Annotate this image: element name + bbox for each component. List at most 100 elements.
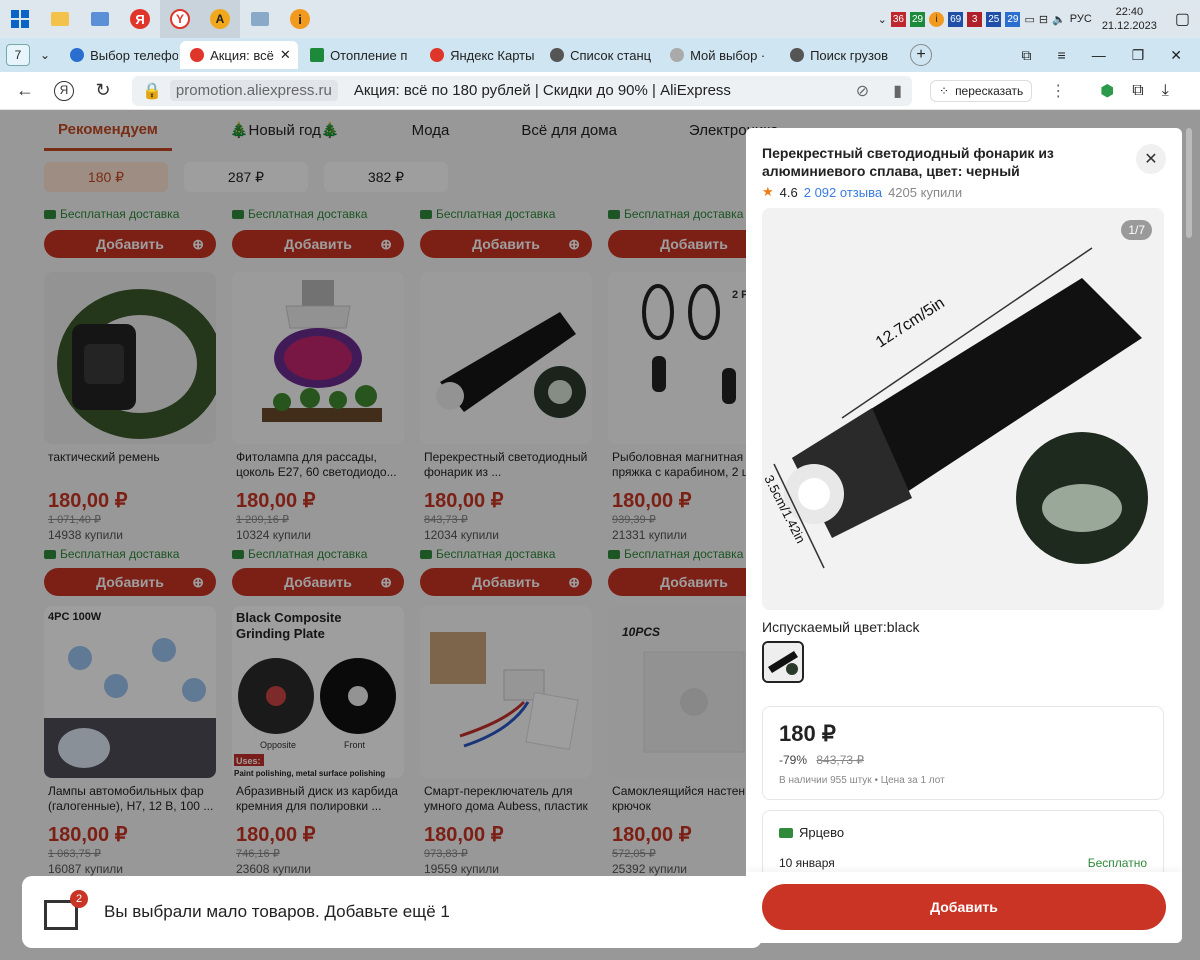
tab-item[interactable]: Отопление п <box>300 41 418 69</box>
window-controls: ⧉ ≡ — ❐ ✕ <box>1022 47 1200 64</box>
color-swatch[interactable] <box>762 641 804 683</box>
shield-icon <box>70 48 85 62</box>
monitor-app-icon[interactable] <box>80 0 120 38</box>
cart-notice: 2 Вы выбрали мало товаров. Добавьте ещё … <box>22 876 762 948</box>
delivery-date: 10 января <box>779 856 835 870</box>
tab-label: Поиск грузов <box>810 47 888 63</box>
close-icon[interactable]: ✕ <box>280 47 291 63</box>
more-icon[interactable]: ⋮ <box>1050 81 1066 101</box>
extensions-icon[interactable]: ⧉ <box>1132 82 1143 100</box>
globe-icon <box>550 48 565 62</box>
volume-icon[interactable]: 🔈 <box>1052 13 1066 26</box>
tray-badge[interactable]: 29 <box>909 11 926 27</box>
printer-icon[interactable]: ▭ <box>1024 13 1034 26</box>
tray-badge[interactable]: 29 <box>1005 11 1021 27</box>
new-tab-button[interactable]: + <box>910 44 933 66</box>
clock-time: 22:40 <box>1115 6 1144 18</box>
box-icon: 2 <box>44 890 88 932</box>
downloads-icon[interactable]: ⤓ <box>1162 82 1169 100</box>
tab-item[interactable]: Мой выбор · <box>660 41 778 69</box>
product-gallery[interactable]: 12.7cm/5in 3.5cm/1.42in 1/7 <box>762 208 1164 610</box>
retell-button[interactable]: ⁘ пересказать <box>930 79 1033 102</box>
city-name: Ярцево <box>799 825 845 840</box>
flashlight-large-image: 12.7cm/5in 3.5cm/1.42in <box>762 208 1164 610</box>
url-field[interactable]: 🔒 promotion.aliexpress.ru Акция: всё по … <box>132 75 912 106</box>
page-icon <box>310 48 325 62</box>
discount-row: -79% 843,73 ₽ <box>779 753 1147 767</box>
network-icon[interactable]: ⊟ <box>1039 13 1048 26</box>
stock-info: В наличии 955 штук • Цена за 1 лот <box>779 775 945 786</box>
chevron-down-icon[interactable]: ⌄ <box>40 48 50 62</box>
tab-item[interactable]: Яндекс Карты <box>420 41 538 69</box>
color-label: Испускаемый цвет:black <box>762 619 920 635</box>
bookmark-icon[interactable]: ▮ <box>893 81 902 101</box>
tab-item[interactable]: Поиск грузов <box>780 41 898 69</box>
product-drawer: Перекрестный светодиодный фонарик из алю… <box>746 128 1182 943</box>
minimize-icon[interactable]: — <box>1092 47 1106 64</box>
tray-info-icon[interactable]: i <box>929 11 945 27</box>
tray-badge[interactable]: 36 <box>890 11 906 27</box>
lock-icon[interactable]: 🔒 <box>142 81 162 101</box>
bookmarks-icon[interactable]: ⧉ <box>1022 47 1032 64</box>
address-bar: ← Я ↻ 🔒 promotion.aliexpress.ru Акция: в… <box>0 72 1200 110</box>
tab-label: Отопление п <box>330 47 408 63</box>
tray-badge[interactable]: 25 <box>986 11 1002 27</box>
chevron-up-icon[interactable]: ⌄ <box>878 13 887 26</box>
tab-counter[interactable]: 7 <box>6 44 30 66</box>
info-app-icon[interactable]: i <box>280 0 320 38</box>
clock-date: 21.12.2023 <box>1101 20 1157 32</box>
yandex-browser-icon[interactable]: Y <box>160 0 200 38</box>
notifications-icon[interactable]: ▢ <box>1175 9 1190 29</box>
delivery-city: Ярцево <box>779 825 1147 840</box>
back-icon[interactable]: ← <box>14 80 36 101</box>
language-indicator[interactable]: РУС <box>1070 13 1092 25</box>
tray-badge[interactable]: 3 <box>967 11 983 27</box>
tab-label: Яндекс Карты <box>450 47 535 63</box>
menu-icon[interactable]: ≡ <box>1058 47 1066 64</box>
tab-item[interactable]: Список станц <box>540 41 658 69</box>
price-box: 180 ₽ -79% 843,73 ₽ В наличии 955 штук •… <box>762 706 1164 800</box>
star-icon: ★ <box>762 184 774 199</box>
bought-count: 4205 купили <box>888 184 963 200</box>
app-a-icon[interactable]: A <box>200 0 240 38</box>
restore-icon[interactable]: ❐ <box>1132 47 1145 64</box>
protect-icon[interactable]: ⊘ <box>856 81 869 101</box>
tab-label: Мой выбор · <box>690 47 766 63</box>
system-tray: ⌄ 36 29 i 69 3 25 29 ▭ ⊟ 🔈 РУС 22:40 21.… <box>878 5 1200 33</box>
retell-icon: ⁘ <box>939 83 950 98</box>
swatch-image <box>764 643 802 681</box>
page-content: Рекомендуем 🎄Новый год🎄 Мода Всё для дом… <box>0 110 1200 960</box>
rating-value: 4.6 <box>779 184 798 200</box>
reload-icon[interactable]: ↻ <box>92 80 114 101</box>
drawer-price: 180 ₽ <box>779 721 836 746</box>
delivery-cost: Бесплатно <box>1087 856 1147 870</box>
tab-label: Выбор телефо <box>90 47 179 63</box>
shield-icon[interactable]: ⬢ <box>1100 81 1114 101</box>
page-title: Акция: всё по 180 рублей | Скидки до 90%… <box>353 82 731 99</box>
tab-item-active[interactable]: Акция: всё ✕ <box>180 41 299 69</box>
tab-item[interactable]: Выбор телефо <box>60 41 178 69</box>
url-host: promotion.aliexpress.ru <box>169 80 338 101</box>
tray-badge[interactable]: 69 <box>948 11 964 27</box>
tab-label: Список станц <box>570 47 652 63</box>
clock[interactable]: 22:40 21.12.2023 <box>1102 5 1157 33</box>
drawer-scrollbar[interactable] <box>1186 128 1192 238</box>
tab-label: Акция: всё <box>210 47 274 63</box>
yandex-icon[interactable]: Я <box>120 0 160 38</box>
retell-label: пересказать <box>955 83 1024 98</box>
rating-row: ★ 4.6 2 092 отзыва 4205 купили <box>762 184 962 200</box>
notice-text: Вы выбрали мало товаров. Добавьте ещё 1 <box>104 902 450 921</box>
start-button[interactable] <box>0 0 40 38</box>
notice-badge: 2 <box>70 890 88 908</box>
image-viewer-icon[interactable] <box>240 0 280 38</box>
add-to-cart-button[interactable]: Добавить <box>762 884 1166 930</box>
truck-icon <box>779 827 793 838</box>
yandex-logo-icon[interactable]: Я <box>54 80 74 101</box>
close-icon[interactable]: ✕ <box>1136 144 1166 174</box>
reviews-link[interactable]: 2 092 отзыва <box>804 185 882 200</box>
close-window-icon[interactable]: ✕ <box>1170 47 1182 64</box>
tab-bar: 7 ⌄ Выбор телефо Акция: всё ✕ Отопление п… <box>0 38 1200 72</box>
file-explorer-icon[interactable] <box>40 0 80 38</box>
drawer-old-price: 843,73 ₽ <box>816 753 865 767</box>
globe-icon <box>790 48 805 62</box>
